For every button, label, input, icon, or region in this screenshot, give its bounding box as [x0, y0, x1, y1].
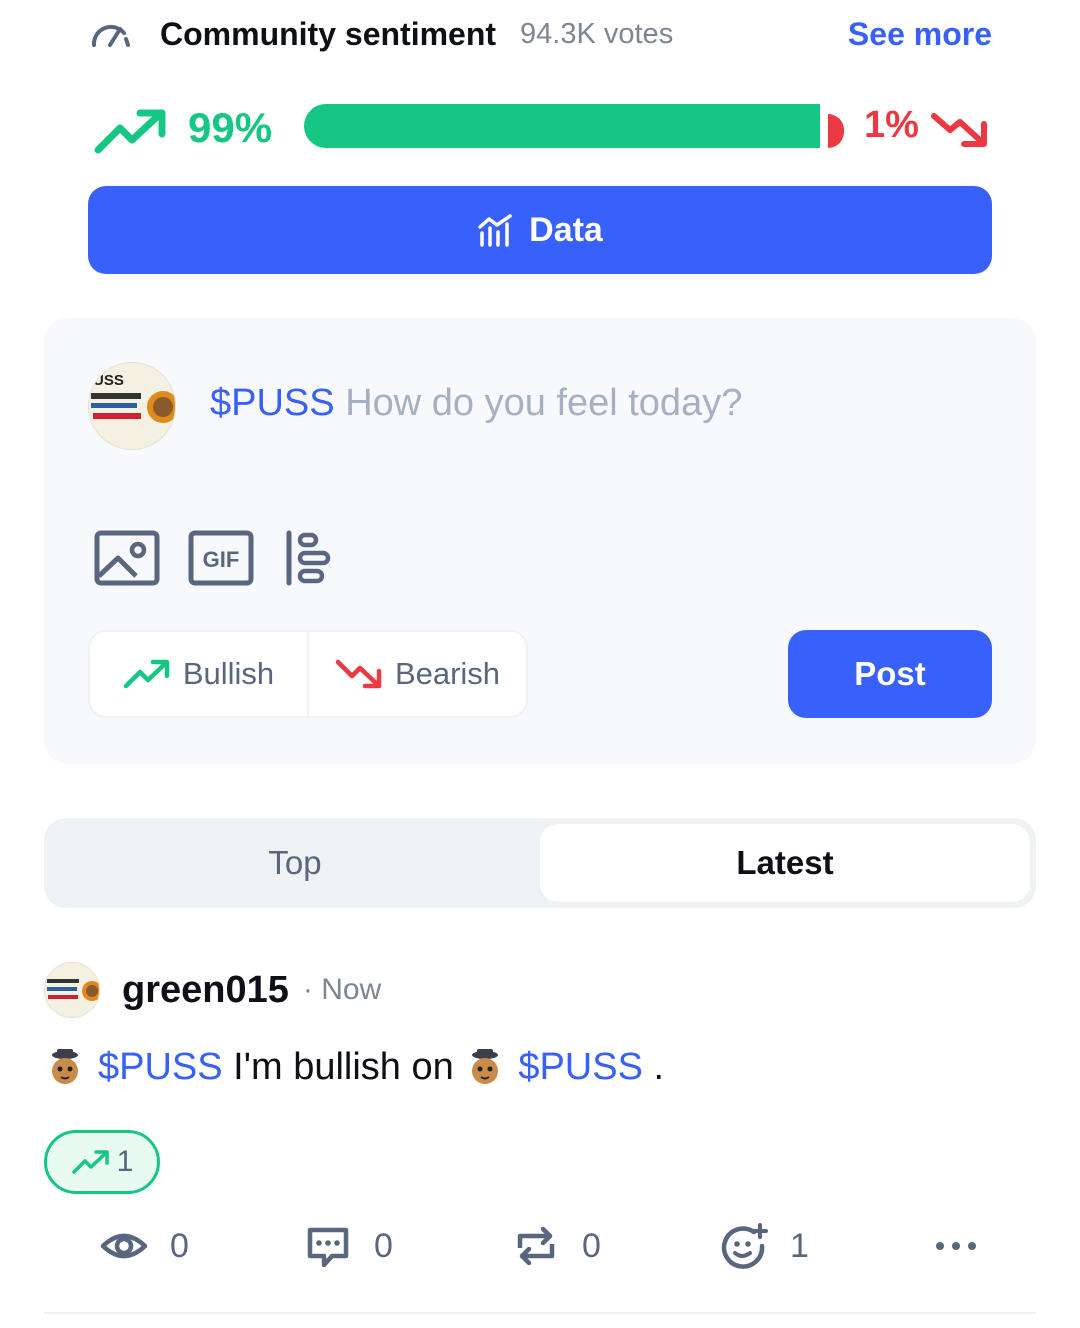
bearish-bar-fill [828, 114, 844, 148]
views-count: 0 [170, 1226, 189, 1265]
see-more-link[interactable]: See more [848, 16, 992, 53]
bullish-label: Bullish [182, 656, 275, 691]
sentiment-bar: 99% 1% [88, 100, 992, 158]
sentiment-selector: Bullish Bearish [88, 630, 528, 718]
composer-input[interactable]: $PUSS How do you feel today? [210, 382, 742, 425]
reaction-count: 1 [790, 1226, 809, 1265]
avatar: USS [88, 362, 176, 450]
post-ticker-tag[interactable]: $PUSS [98, 1046, 223, 1089]
bullish-count: 1 [116, 1145, 134, 1178]
cat-coin-icon [52, 1048, 78, 1084]
sentiment-header: Community sentiment 94.3K votes See more [88, 10, 992, 58]
repost-button[interactable]: 0 [512, 1216, 601, 1276]
data-button-label: Data [529, 210, 603, 249]
data-button[interactable]: Data [88, 186, 992, 274]
post-username[interactable]: green015 [122, 969, 289, 1012]
tab-top[interactable]: Top [50, 824, 540, 902]
bullish-bar-fill [304, 104, 820, 148]
cat-coin-icon [472, 1048, 499, 1084]
trending-up-icon [71, 1150, 109, 1174]
comment-count: 0 [374, 1226, 393, 1265]
chart-icon [478, 214, 512, 247]
repost-count: 0 [582, 1226, 601, 1265]
add-reaction-icon [721, 1223, 768, 1269]
bearish-label: Bearish [394, 656, 501, 691]
eye-icon [100, 1233, 148, 1259]
svg-text:USS: USS [93, 372, 124, 389]
more-options-button[interactable] [932, 1216, 980, 1276]
bullish-percentage: 99% [188, 104, 273, 151]
trending-up-icon [123, 659, 170, 689]
tab-latest[interactable]: Latest [540, 824, 1030, 902]
bullish-badge[interactable]: 1 [44, 1130, 160, 1194]
poll-icon[interactable] [284, 530, 332, 586]
post-text: I'm bullish on [222, 1046, 465, 1088]
feed-tabs: Top Latest [44, 818, 1036, 908]
post-ticker-tag[interactable]: $PUSS [518, 1046, 643, 1089]
avatar[interactable] [44, 962, 100, 1018]
comment-button[interactable]: 0 [304, 1216, 393, 1276]
views-button[interactable]: 0 [100, 1216, 189, 1276]
bearish-percentage: 1% [864, 104, 919, 146]
post-actions: 0 0 0 1 [100, 1216, 980, 1276]
post-content: $PUSS I'm bullish on $PUSS . [44, 1046, 664, 1089]
post-button[interactable]: Post [788, 630, 992, 718]
trending-up-icon [94, 109, 166, 154]
more-icon [936, 1242, 976, 1250]
comment-icon [307, 1227, 349, 1268]
repost-icon [517, 1226, 555, 1266]
react-button[interactable]: 1 [720, 1216, 809, 1276]
bearish-button[interactable]: Bearish [307, 632, 526, 716]
vote-count: 94.3K votes [520, 17, 674, 50]
ticker-tag[interactable]: $PUSS [210, 382, 335, 424]
sentiment-title: Community sentiment [160, 15, 497, 52]
sentiment-progress-bar [304, 104, 844, 148]
image-icon[interactable] [94, 530, 160, 586]
gauge-icon [91, 24, 130, 47]
post-text-end: . [642, 1046, 665, 1088]
bullish-button[interactable]: Bullish [90, 632, 307, 716]
trending-down-icon [335, 659, 382, 689]
trending-down-icon [931, 113, 987, 147]
composer-placeholder: How do you feel today? [345, 382, 743, 424]
svg-text:GIF: GIF [203, 547, 240, 572]
post-composer: USS $PUSS How do you feel today? GIF Bul… [44, 318, 1036, 764]
post-header: green015 · Now [44, 962, 381, 1018]
post-timestamp: · Now [302, 973, 382, 1006]
divider [44, 1312, 1036, 1314]
gif-icon[interactable]: GIF [188, 530, 254, 586]
